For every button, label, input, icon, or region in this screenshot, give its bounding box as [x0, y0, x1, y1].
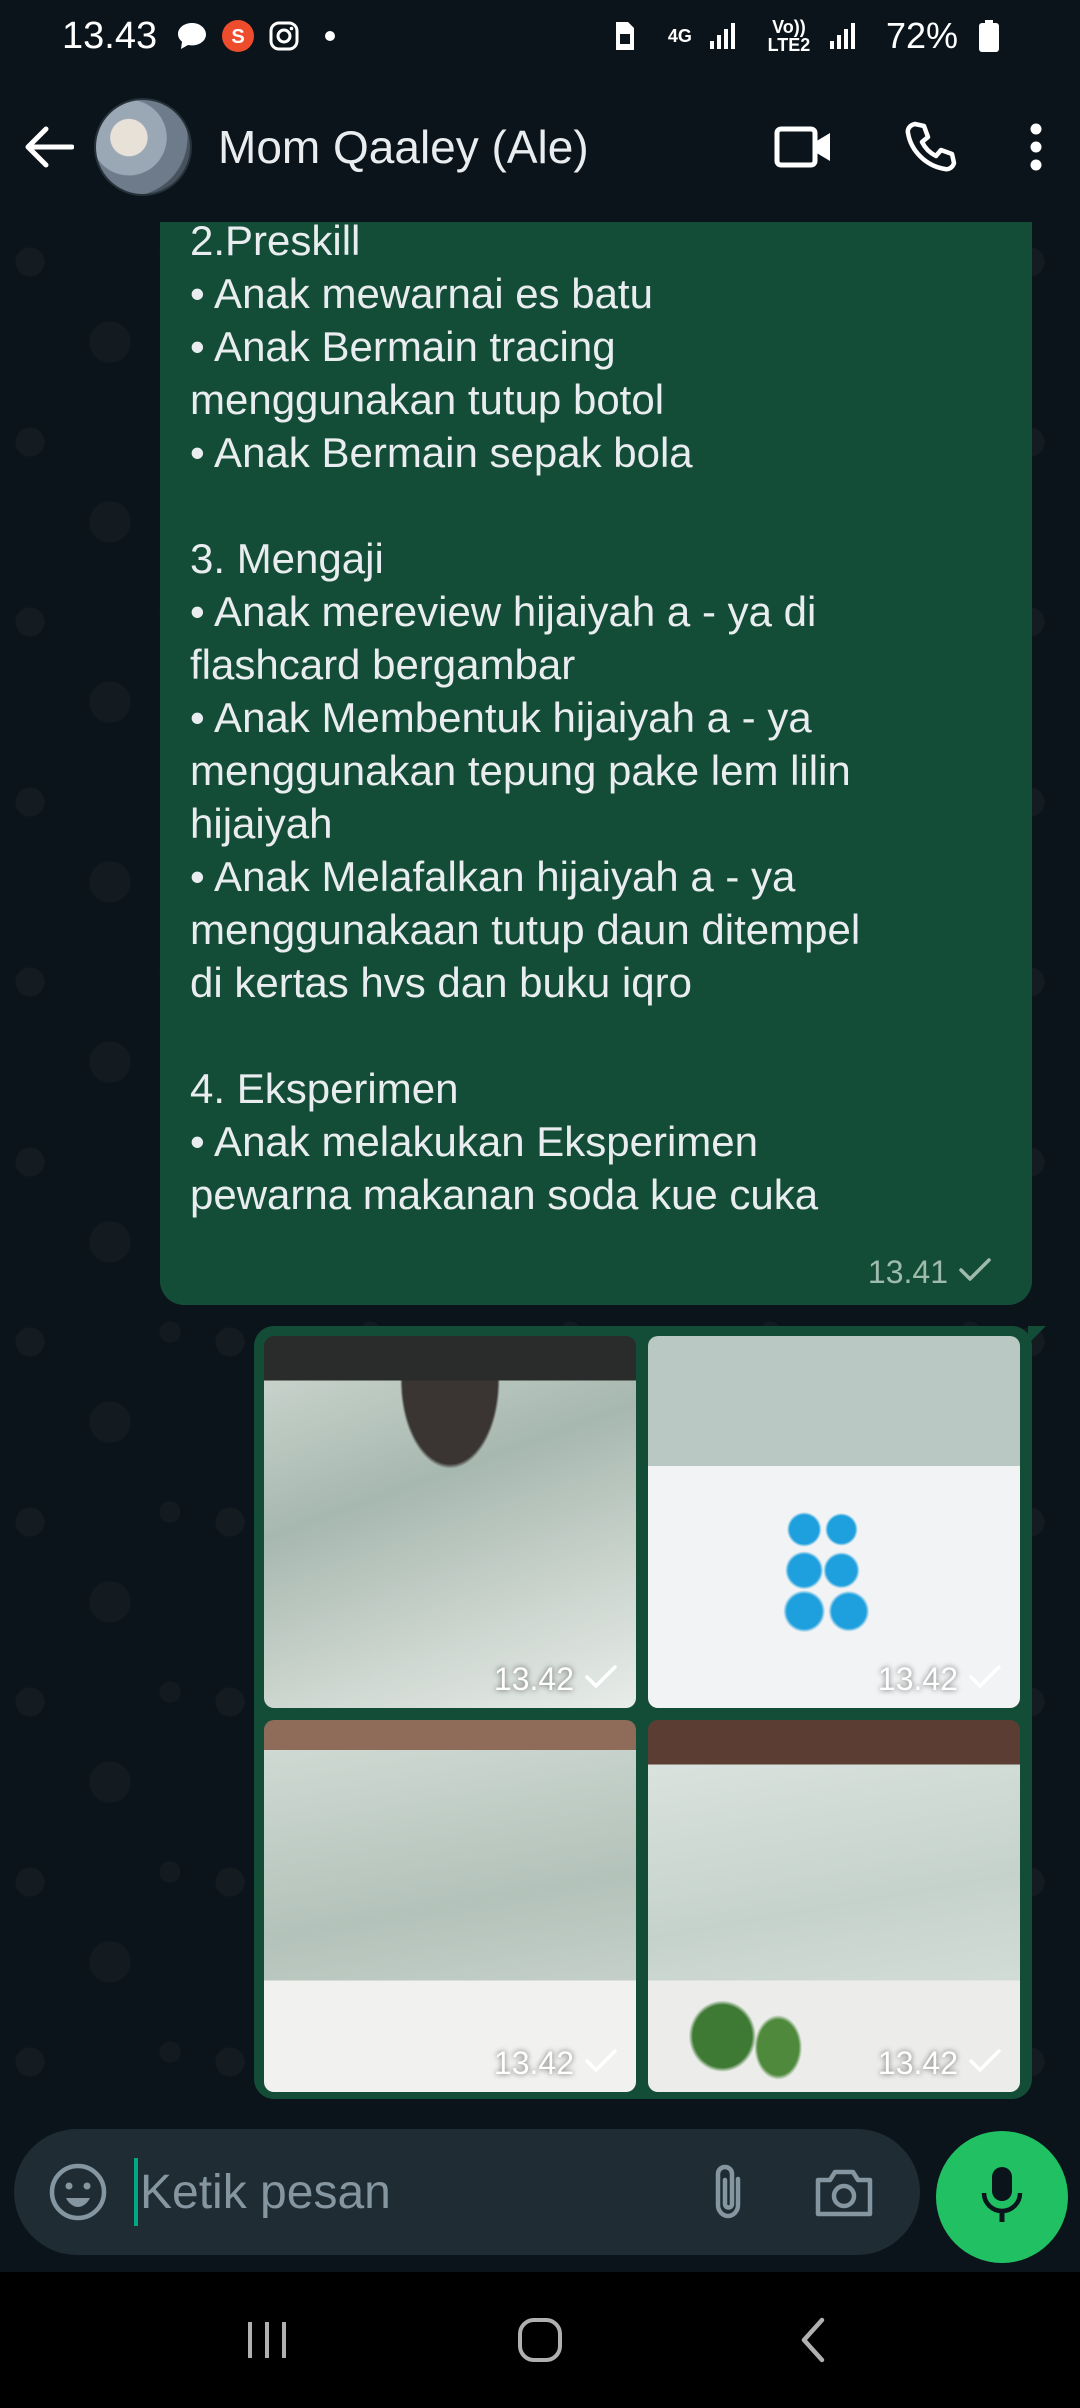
chat-header: Mom Qaaley (Ale)	[0, 72, 1080, 222]
system-nav-bar	[0, 2272, 1080, 2408]
message-line: menggunakaan tutup daun ditempel	[190, 906, 861, 953]
message-text: 2.Preskill • Anak mewarnai es batu • Ana…	[190, 222, 1010, 1221]
video-call-icon[interactable]	[764, 107, 844, 187]
message-line: • Anak Melafalkan hijaiyah a - ya	[190, 853, 796, 900]
message-line: 2.Preskill	[190, 222, 361, 264]
emoji-icon[interactable]	[40, 2154, 116, 2230]
message-line: hijaiyah	[190, 800, 333, 847]
message-line	[190, 1009, 1010, 1062]
message-line: di kertas hvs dan buku iqro	[190, 959, 692, 1006]
thumbnail-meta: 13.42	[878, 2045, 1002, 2082]
attach-icon[interactable]	[692, 2156, 764, 2228]
status-right: 4G Vo)) LTE2 72%	[608, 15, 1018, 57]
battery-icon	[972, 19, 1006, 53]
chat-bubble-icon	[175, 19, 209, 53]
volte-label: Vo)) LTE2	[767, 17, 811, 55]
outgoing-message-bubble[interactable]: 2.Preskill • Anak mewarnai es batu • Ana…	[160, 222, 1032, 1305]
message-line: • Anak mereview hijaiyah a - ya di	[190, 588, 817, 635]
message-line	[190, 479, 1010, 532]
whatsapp-chat-screen: 13.43 S 4G Vo)) LTE2 72% Mom Qaaley (Ale…	[0, 0, 1080, 2408]
message-line: • Anak mewarnai es batu	[190, 270, 653, 317]
message-line: • Anak Bermain tracing	[190, 323, 616, 370]
more-vert-icon[interactable]	[1016, 107, 1056, 187]
single-check-icon	[584, 2045, 618, 2082]
status-time: 13.43	[62, 14, 158, 57]
media-thumbnail[interactable]: 13.42	[648, 1336, 1020, 1708]
thumbnail-meta: 13.42	[494, 1661, 618, 1698]
instagram-icon	[267, 19, 301, 53]
thumbnail-time: 13.42	[877, 1661, 958, 1697]
dot-icon	[313, 19, 347, 53]
message-line: pewarna makanan soda kue cuka	[190, 1171, 819, 1218]
signal-icon	[826, 19, 860, 53]
media-thumbnail[interactable]: 13.42	[648, 1720, 1020, 2092]
shopee-icon: S	[221, 19, 255, 53]
back-icon[interactable]	[763, 2300, 863, 2380]
thumbnail-meta: 13.42	[494, 2045, 618, 2082]
message-line: menggunakan tepung pake lem lilin	[190, 747, 851, 794]
sim-icon	[608, 19, 642, 53]
header-actions	[764, 107, 1056, 187]
chat-area[interactable]: 2.Preskill • Anak mewarnai es batu • Ana…	[0, 222, 1080, 2120]
media-thumbnail[interactable]: 13.42	[264, 1720, 636, 2092]
thumbnail-time: 13.42	[493, 2045, 574, 2081]
message-line: • Anak Membentuk hijaiyah a - ya	[190, 694, 812, 741]
status-bar: 13.43 S 4G Vo)) LTE2 72%	[0, 0, 1080, 72]
single-check-icon	[968, 2045, 1002, 2082]
phone-icon[interactable]	[890, 107, 970, 187]
thumbnail-time: 13.42	[877, 2045, 958, 2081]
message-time: 13.41	[867, 1254, 948, 1290]
back-arrow-icon[interactable]	[4, 102, 94, 192]
camera-icon[interactable]	[804, 2152, 884, 2232]
message-input-bar: Ketik pesan	[14, 2129, 920, 2255]
mic-button[interactable]	[936, 2131, 1068, 2263]
recents-icon[interactable]	[217, 2300, 317, 2380]
message-line: • Anak melakukan Eksperimen	[190, 1118, 758, 1165]
battery-percent: 72%	[885, 15, 958, 56]
network-type: 4G	[667, 26, 692, 46]
message-line: 4. Eksperimen	[190, 1065, 459, 1112]
message-line: • Anak Bermain sepak bola	[190, 429, 693, 476]
message-line: menggunakan tutup botol	[190, 376, 665, 423]
message-line: 3. Mengaji	[190, 535, 384, 582]
svg-text:S: S	[231, 26, 244, 48]
text-caret	[134, 2158, 138, 2226]
avatar[interactable]	[94, 98, 192, 196]
single-check-icon	[968, 1661, 1002, 1698]
bubble-tail	[1028, 1326, 1046, 1344]
message-input[interactable]: Ketik pesan	[140, 2165, 391, 2220]
single-check-icon	[584, 1661, 618, 1698]
thumbnail-meta: 13.42	[878, 1661, 1002, 1698]
mic-icon	[980, 2165, 1024, 2230]
media-thumbnail[interactable]: 13.42	[264, 1336, 636, 1708]
signal-icon	[706, 19, 740, 53]
message-line: flashcard bergambar	[190, 641, 576, 688]
single-check-icon	[958, 1254, 992, 1291]
home-icon[interactable]	[490, 2300, 590, 2380]
media-message-bubble[interactable]: 13.42 13.42 13.42 13.42	[254, 1326, 1046, 2099]
message-meta: 13.41	[868, 1254, 992, 1291]
contact-name[interactable]: Mom Qaaley (Ale)	[218, 120, 589, 174]
thumbnail-time: 13.42	[493, 1661, 574, 1697]
